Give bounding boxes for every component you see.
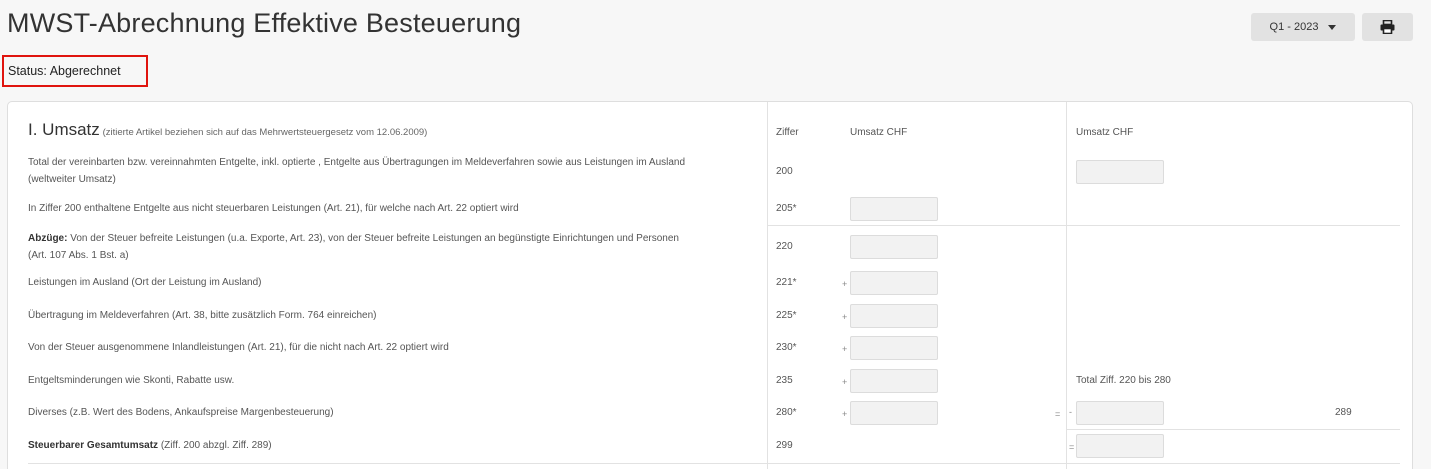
ziffer-code: 225* bbox=[776, 310, 797, 321]
row-description: Total der vereinbarten bzw. vereinnahmte… bbox=[28, 157, 686, 168]
plus-operator: + bbox=[842, 312, 848, 322]
umsatz-280-input[interactable] bbox=[850, 401, 938, 425]
row-divider bbox=[1066, 429, 1400, 430]
row-label-bold: Steuerbarer Gesamtumsatz bbox=[28, 440, 159, 451]
ziffer-code-289: 289 bbox=[1335, 407, 1352, 418]
equals-operator: = bbox=[1055, 409, 1061, 419]
row-description: Von der Steuer befreite Leistungen (u.a.… bbox=[67, 233, 679, 244]
column-divider bbox=[1066, 102, 1067, 469]
status-badge: Status: Abgerechnet bbox=[2, 55, 148, 87]
table-row: Abzüge: Von der Steuer befreite Leistung… bbox=[28, 230, 758, 264]
row-description: In Ziffer 200 enthaltene Entgelte aus ni… bbox=[28, 203, 519, 214]
printer-icon bbox=[1380, 20, 1395, 34]
plus-operator: + bbox=[842, 409, 848, 419]
section-subtitle: (zitierte Artikel beziehen sich auf das … bbox=[102, 127, 428, 138]
umsatz-230-input[interactable] bbox=[850, 336, 938, 360]
ziffer-code: 200 bbox=[776, 166, 793, 177]
column-divider bbox=[767, 102, 768, 469]
total-289-input[interactable] bbox=[1076, 401, 1164, 425]
equals-operator: = bbox=[1069, 442, 1075, 452]
umsatz-299-input[interactable] bbox=[1076, 434, 1164, 458]
row-description-cont: (weltweiter Umsatz) bbox=[28, 174, 116, 185]
umsatz-205-input[interactable] bbox=[850, 197, 938, 221]
column-header-umsatz-total: Umsatz CHF bbox=[1076, 127, 1134, 138]
umsatz-221-input[interactable] bbox=[850, 271, 938, 295]
period-dropdown[interactable]: Q1 - 2023 bbox=[1251, 13, 1355, 41]
row-description: Von der Steuer ausgenommene Inlandleistu… bbox=[28, 342, 449, 353]
row-description-cont: (Art. 107 Abs. 1 Bst. a) bbox=[28, 250, 129, 261]
table-row: Von der Steuer ausgenommene Inlandleistu… bbox=[28, 339, 758, 356]
print-button[interactable] bbox=[1362, 13, 1413, 41]
caret-down-icon bbox=[1328, 24, 1337, 30]
status-text: Status: Abgerechnet bbox=[8, 64, 121, 78]
ziffer-code: 280* bbox=[776, 407, 797, 418]
plus-operator: + bbox=[842, 377, 848, 387]
plus-operator: + bbox=[842, 344, 848, 354]
umsatz-235-input[interactable] bbox=[850, 369, 938, 393]
table-row: Leistungen im Ausland (Ort der Leistung … bbox=[28, 274, 758, 291]
table-row: Steuerbarer Gesamtumsatz (Ziff. 200 abzg… bbox=[28, 437, 758, 454]
column-header-umsatz: Umsatz CHF bbox=[850, 127, 908, 138]
row-description: Entgeltsminderungen wie Skonti, Rabatte … bbox=[28, 375, 235, 386]
ziffer-code: 230* bbox=[776, 342, 797, 353]
ziffer-code: 299 bbox=[776, 440, 793, 451]
row-divider bbox=[767, 225, 1400, 226]
ziffer-code: 205* bbox=[776, 203, 797, 214]
table-row: In Ziffer 200 enthaltene Entgelte aus ni… bbox=[28, 200, 758, 217]
row-label-bold: Abzüge: bbox=[28, 233, 68, 244]
table-row: Diverses (z.B. Wert des Bodens, Ankaufsp… bbox=[28, 404, 758, 421]
row-divider bbox=[28, 463, 1400, 464]
page-title: MWST-Abrechnung Effektive Besteuerung bbox=[7, 8, 522, 38]
umsatz-200-input[interactable] bbox=[1076, 160, 1164, 184]
row-description: Leistungen im Ausland (Ort der Leistung … bbox=[28, 277, 262, 288]
row-description: Diverses (z.B. Wert des Bodens, Ankaufsp… bbox=[28, 407, 334, 418]
ziffer-code: 220 bbox=[776, 241, 793, 252]
umsatz-220-input[interactable] bbox=[850, 235, 938, 259]
section-header: I. Umsatz (zitierte Artikel beziehen sic… bbox=[28, 121, 427, 141]
total-label: Total Ziff. 220 bis 280 bbox=[1076, 375, 1171, 386]
ziffer-code: 235 bbox=[776, 375, 793, 386]
section-title: I. Umsatz bbox=[28, 120, 100, 139]
column-header-ziffer: Ziffer bbox=[776, 127, 799, 138]
plus-operator: + bbox=[842, 279, 848, 289]
tax-form-card: I. Umsatz (zitierte Artikel beziehen sic… bbox=[7, 101, 1413, 469]
ziffer-code: 221* bbox=[776, 277, 797, 288]
minus-operator: - bbox=[1069, 407, 1072, 417]
row-description: Übertragung im Meldeverfahren (Art. 38, … bbox=[28, 310, 377, 321]
table-row: Total der vereinbarten bzw. vereinnahmte… bbox=[28, 154, 758, 188]
table-row: Entgeltsminderungen wie Skonti, Rabatte … bbox=[28, 372, 758, 389]
row-description: (Ziff. 200 abzgl. Ziff. 289) bbox=[158, 440, 272, 451]
table-row: Übertragung im Meldeverfahren (Art. 38, … bbox=[28, 307, 758, 324]
period-label: Q1 - 2023 bbox=[1269, 21, 1319, 33]
umsatz-225-input[interactable] bbox=[850, 304, 938, 328]
